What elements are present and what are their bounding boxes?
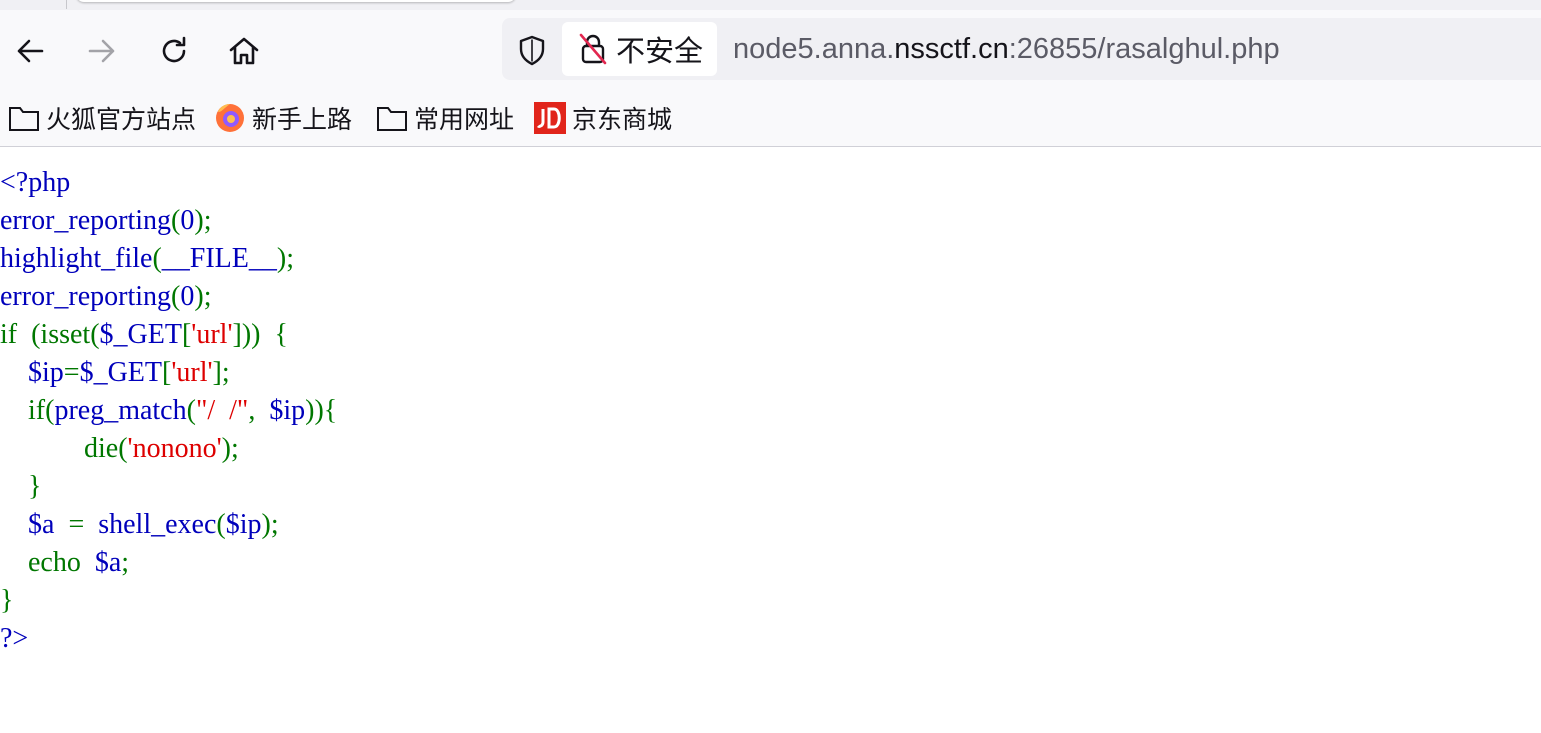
- url-text[interactable]: node5.anna.nssctf.cn:26855/rasalghul.php: [733, 18, 1280, 80]
- code-token: $ip: [225, 509, 262, 540]
- arrow-left-icon: [17, 39, 44, 63]
- code-token: (: [171, 281, 181, 312]
- code-token: die(: [0, 433, 128, 464]
- reload-button[interactable]: [154, 31, 194, 71]
- home-button[interactable]: [224, 31, 264, 71]
- code-token: =: [63, 357, 80, 388]
- code-token: error_reporting: [0, 205, 172, 236]
- code-token: if (isset(: [0, 319, 100, 350]
- php-source-code: <?php error_reporting(0); highlight_file(_…: [0, 164, 337, 658]
- back-button[interactable]: [10, 31, 50, 71]
- active-tab[interactable]: [76, 0, 516, 2]
- code-token: );: [221, 433, 239, 464]
- code-token: (: [216, 509, 226, 540]
- code-token: preg_match: [54, 395, 187, 426]
- code-token: shell_exec: [98, 509, 217, 540]
- code-token: 'nonono': [127, 433, 222, 464]
- code-token: }: [0, 585, 14, 616]
- url-domain: nssctf.cn: [894, 33, 1009, 65]
- code-token: }: [0, 471, 42, 502]
- code-line: }: [0, 582, 337, 620]
- code-token: )){: [305, 395, 338, 426]
- security-indicator[interactable]: 不安全: [562, 22, 717, 76]
- code-line: if(preg_match("/ /", $ip)){: [0, 392, 337, 430]
- url-suffix: :26855/rasalghul.php: [1008, 33, 1280, 65]
- code-token: $_GET: [99, 319, 182, 350]
- code-token: "/ /": [195, 395, 249, 426]
- tab-strip: [0, 0, 1541, 10]
- code-token: );: [194, 205, 212, 236]
- code-token: ])) {: [232, 319, 288, 350]
- code-token: echo: [0, 547, 95, 578]
- code-line: <?php: [0, 164, 337, 202]
- code-token: $a: [28, 509, 69, 540]
- code-token: 'url': [191, 319, 233, 350]
- code-line: highlight_file(__FILE__);: [0, 240, 337, 278]
- code-line: error_reporting(0);: [0, 202, 337, 240]
- code-token: [: [162, 357, 172, 388]
- bookmark-getting-started[interactable]: 新手上路: [214, 102, 352, 134]
- code-token: ;: [121, 547, 130, 578]
- code-token: ?>: [0, 623, 29, 654]
- navigation-toolbar: 不安全 node5.anna.nssctf.cn:26855/rasalghul…: [0, 10, 1541, 90]
- code-token: <?php: [0, 167, 71, 198]
- code-token: );: [261, 509, 279, 540]
- bookmark-label: 京东商城: [572, 106, 673, 134]
- code-token: $ip: [28, 357, 64, 388]
- code-token: );: [276, 243, 294, 274]
- code-token: __FILE__: [161, 243, 277, 274]
- code-line: echo $a;: [0, 544, 337, 582]
- code-line: error_reporting(0);: [0, 278, 337, 316]
- bookmark-label: 常用网址: [414, 106, 515, 134]
- folder-icon: [9, 107, 39, 131]
- forward-button[interactable]: [82, 31, 122, 71]
- code-token: (: [186, 395, 196, 426]
- code-token: );: [194, 281, 212, 312]
- code-token: highlight_file: [0, 243, 153, 274]
- code-token: [: [181, 319, 192, 350]
- reload-icon: [162, 36, 186, 63]
- code-line: }: [0, 468, 337, 506]
- code-token: ];: [212, 357, 230, 388]
- arrow-right-icon: [88, 39, 115, 63]
- bookmark-label: 新手上路: [252, 106, 353, 134]
- bookmark-jd-mall[interactable]: 京东商城: [534, 102, 672, 134]
- broken-lock-icon: [579, 33, 607, 65]
- firefox-icon: [216, 104, 244, 132]
- bookmark-firefox-official[interactable]: 火狐官方站点: [8, 102, 196, 134]
- code-line: if (isset($_GET['url'])) {: [0, 316, 337, 354]
- code-token: error_reporting: [0, 281, 172, 312]
- folder-icon: [377, 107, 407, 131]
- shield-icon[interactable]: [516, 34, 548, 66]
- code-token: 0: [180, 281, 195, 312]
- code-token: $ip: [269, 395, 306, 426]
- code-token: ,: [248, 395, 270, 426]
- code-token: (: [171, 205, 181, 236]
- bookmark-common-sites[interactable]: 常用网址: [376, 102, 514, 134]
- code-line: ?>: [0, 620, 337, 658]
- code-line: $ip=$_GET['url'];: [0, 354, 337, 392]
- tab-separator: [66, 0, 67, 9]
- insecure-label: 不安全: [616, 36, 704, 68]
- url-bar[interactable]: 不安全 node5.anna.nssctf.cn:26855/rasalghul…: [502, 18, 1541, 80]
- code-line: $a = shell_exec($ip);: [0, 506, 337, 544]
- code-token: $_GET: [79, 357, 163, 388]
- url-prefix: node5.anna.: [733, 33, 895, 65]
- bookmarks-toolbar: 火狐官方站点 新手上路 常用网址 京东商城: [0, 90, 1541, 147]
- code-token: $a: [94, 547, 122, 578]
- home-icon: [229, 37, 259, 65]
- code-token: (: [152, 243, 162, 274]
- bookmark-label: 火狐官方站点: [46, 106, 197, 134]
- code-token: 0: [180, 205, 195, 236]
- code-token: =: [68, 509, 99, 540]
- code-token: if(: [0, 395, 55, 426]
- code-line: die('nonono');: [0, 430, 337, 468]
- jd-icon: [534, 102, 566, 134]
- code-token: 'url': [171, 357, 213, 388]
